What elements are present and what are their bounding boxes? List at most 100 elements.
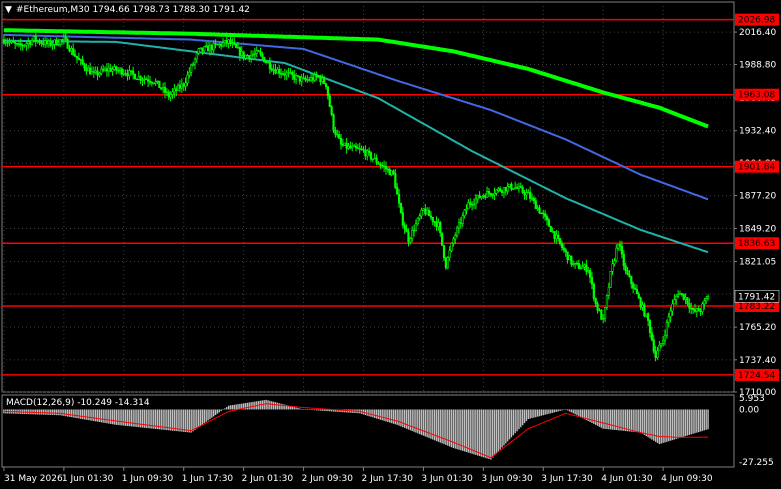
candle-body — [566, 251, 569, 261]
macd-hist-bar — [50, 409, 52, 415]
candle-body — [439, 222, 442, 234]
candle-body — [471, 204, 474, 206]
candle-body — [386, 168, 389, 171]
candle-body — [706, 296, 710, 299]
macd-hist-bar — [420, 409, 423, 435]
macd-hist-bar — [197, 409, 200, 428]
macd-hist-bar — [83, 409, 86, 420]
candle-body — [81, 59, 84, 65]
macd-hist-bar — [681, 409, 683, 438]
macd-hist-bar — [325, 409, 327, 412]
macd-hist-bar — [531, 409, 533, 419]
candle-body — [515, 187, 519, 189]
candle-body — [154, 81, 157, 84]
macd-hist-bar — [400, 409, 402, 427]
candle-body — [611, 263, 614, 272]
candle-body — [238, 47, 241, 56]
candle-body — [690, 307, 693, 310]
time-tick-label: 1 Jun 09:30 — [122, 474, 174, 484]
macd-hist-bar — [418, 409, 421, 435]
candle-body — [137, 76, 140, 80]
candle-body — [559, 238, 562, 245]
price-tick-label: 1849.20 — [739, 224, 776, 234]
candle-body — [650, 332, 653, 341]
candle-body — [203, 46, 206, 52]
macd-hist-bar — [615, 409, 618, 431]
candle-body — [354, 145, 358, 149]
macd-hist-bar — [53, 409, 56, 416]
candle-body — [208, 45, 212, 52]
candle-body — [620, 245, 624, 255]
price-tick-label: 1765.20 — [739, 323, 776, 333]
candle-body — [673, 299, 676, 305]
candle-body — [73, 54, 77, 57]
candle-body — [699, 310, 702, 313]
macd-hist-bar — [565, 409, 567, 410]
candle-body — [632, 283, 635, 289]
macd-hist-bar — [544, 409, 546, 415]
candle-body — [349, 145, 352, 149]
macd-hist-bar — [578, 409, 580, 417]
macd-hist-bar — [669, 409, 672, 441]
macd-hist-bar — [100, 409, 103, 423]
candle-body — [433, 221, 436, 223]
candle-body — [570, 255, 573, 265]
candle-body — [70, 48, 73, 52]
candle-body — [199, 47, 202, 49]
macd-hist-bar — [690, 409, 692, 435]
candle-body — [525, 192, 528, 196]
macd-hist-bar — [630, 409, 632, 432]
candle-body — [461, 215, 464, 224]
candle-body — [463, 209, 466, 217]
candle-body — [29, 41, 32, 45]
candle-body — [345, 142, 348, 149]
candle-body — [118, 68, 122, 71]
macd-hist-bar — [216, 409, 219, 414]
time-tick-label: 3 Jun 09:30 — [481, 474, 533, 484]
candle-body — [251, 54, 255, 56]
candle-body — [607, 286, 610, 296]
macd-hist-bar — [89, 409, 91, 421]
macd-hist-bar — [475, 409, 477, 455]
macd-hist-bar — [321, 409, 323, 411]
candle-body — [90, 71, 94, 75]
candle-body — [647, 313, 650, 321]
candle-body — [304, 77, 307, 81]
chart-canvas[interactable]: 5.9530.00-27.255 2016.401988.801960.4519… — [0, 0, 781, 489]
candle-body — [579, 268, 582, 270]
candle-body — [351, 146, 354, 149]
candle-body — [500, 190, 504, 193]
macd-hist-bar — [608, 409, 610, 430]
macd-hist-bar — [269, 400, 271, 410]
candle-body — [594, 297, 597, 304]
candle-body — [214, 43, 217, 45]
candle-body — [229, 39, 232, 44]
macd-hist-bar — [409, 409, 412, 431]
macd-hist-bar — [233, 404, 235, 410]
candle-body — [637, 293, 640, 299]
macd-hist-bar — [379, 409, 382, 420]
time-tick-label: 2 Jun 17:30 — [361, 474, 413, 484]
macd-hist-bar — [192, 409, 194, 432]
macd-hist-bar — [516, 409, 518, 432]
macd-hist-bar — [501, 409, 503, 448]
candle-body — [139, 76, 142, 81]
candle-body — [83, 63, 86, 69]
macd-hist-bar — [267, 400, 269, 410]
macd-hist-bar — [117, 409, 119, 426]
candle-body — [437, 222, 440, 227]
candle-body — [182, 83, 185, 87]
candle-body — [399, 202, 403, 213]
macd-hist-bar — [550, 409, 552, 414]
macd-hist-bar — [574, 409, 576, 415]
macd-hist-bar — [265, 399, 267, 410]
macd-hist-bar — [684, 409, 687, 437]
macd-hist-bar — [72, 409, 74, 418]
macd-hist-bar — [664, 409, 666, 443]
candle-body — [296, 75, 300, 77]
macd-hist-bar — [555, 409, 558, 412]
candle-body — [536, 207, 539, 209]
macd-hist-bar — [703, 409, 706, 431]
macd-hist-bar — [488, 409, 490, 460]
level-tag-label: 2026.98 — [738, 16, 775, 26]
